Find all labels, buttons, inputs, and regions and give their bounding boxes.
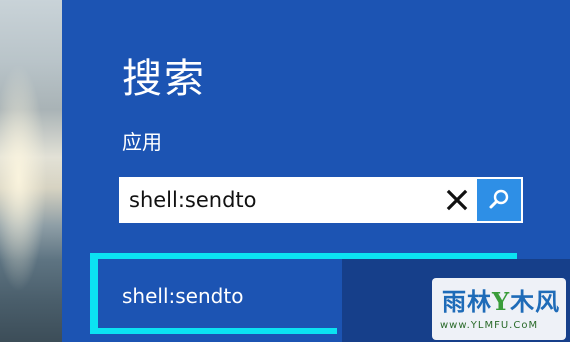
watermark-logo: 雨林Y木风 www.YLMFU.CoM [432, 278, 566, 340]
watermark-url: www.YLMFU.CoM [440, 320, 539, 331]
close-icon [446, 189, 468, 211]
result-label: shell:sendto [122, 284, 244, 308]
search-result-item[interactable]: shell:sendto [90, 253, 337, 334]
search-input[interactable] [119, 177, 437, 223]
watermark-logo-text: 雨林Y木风 [442, 287, 561, 316]
search-icon [489, 189, 509, 209]
clear-button[interactable] [437, 177, 477, 223]
search-box [119, 177, 523, 223]
charm-title: 搜索 [122, 56, 206, 102]
desktop-background [0, 0, 62, 342]
search-button[interactable] [477, 179, 521, 221]
search-scope-label: 应用 [122, 130, 162, 154]
